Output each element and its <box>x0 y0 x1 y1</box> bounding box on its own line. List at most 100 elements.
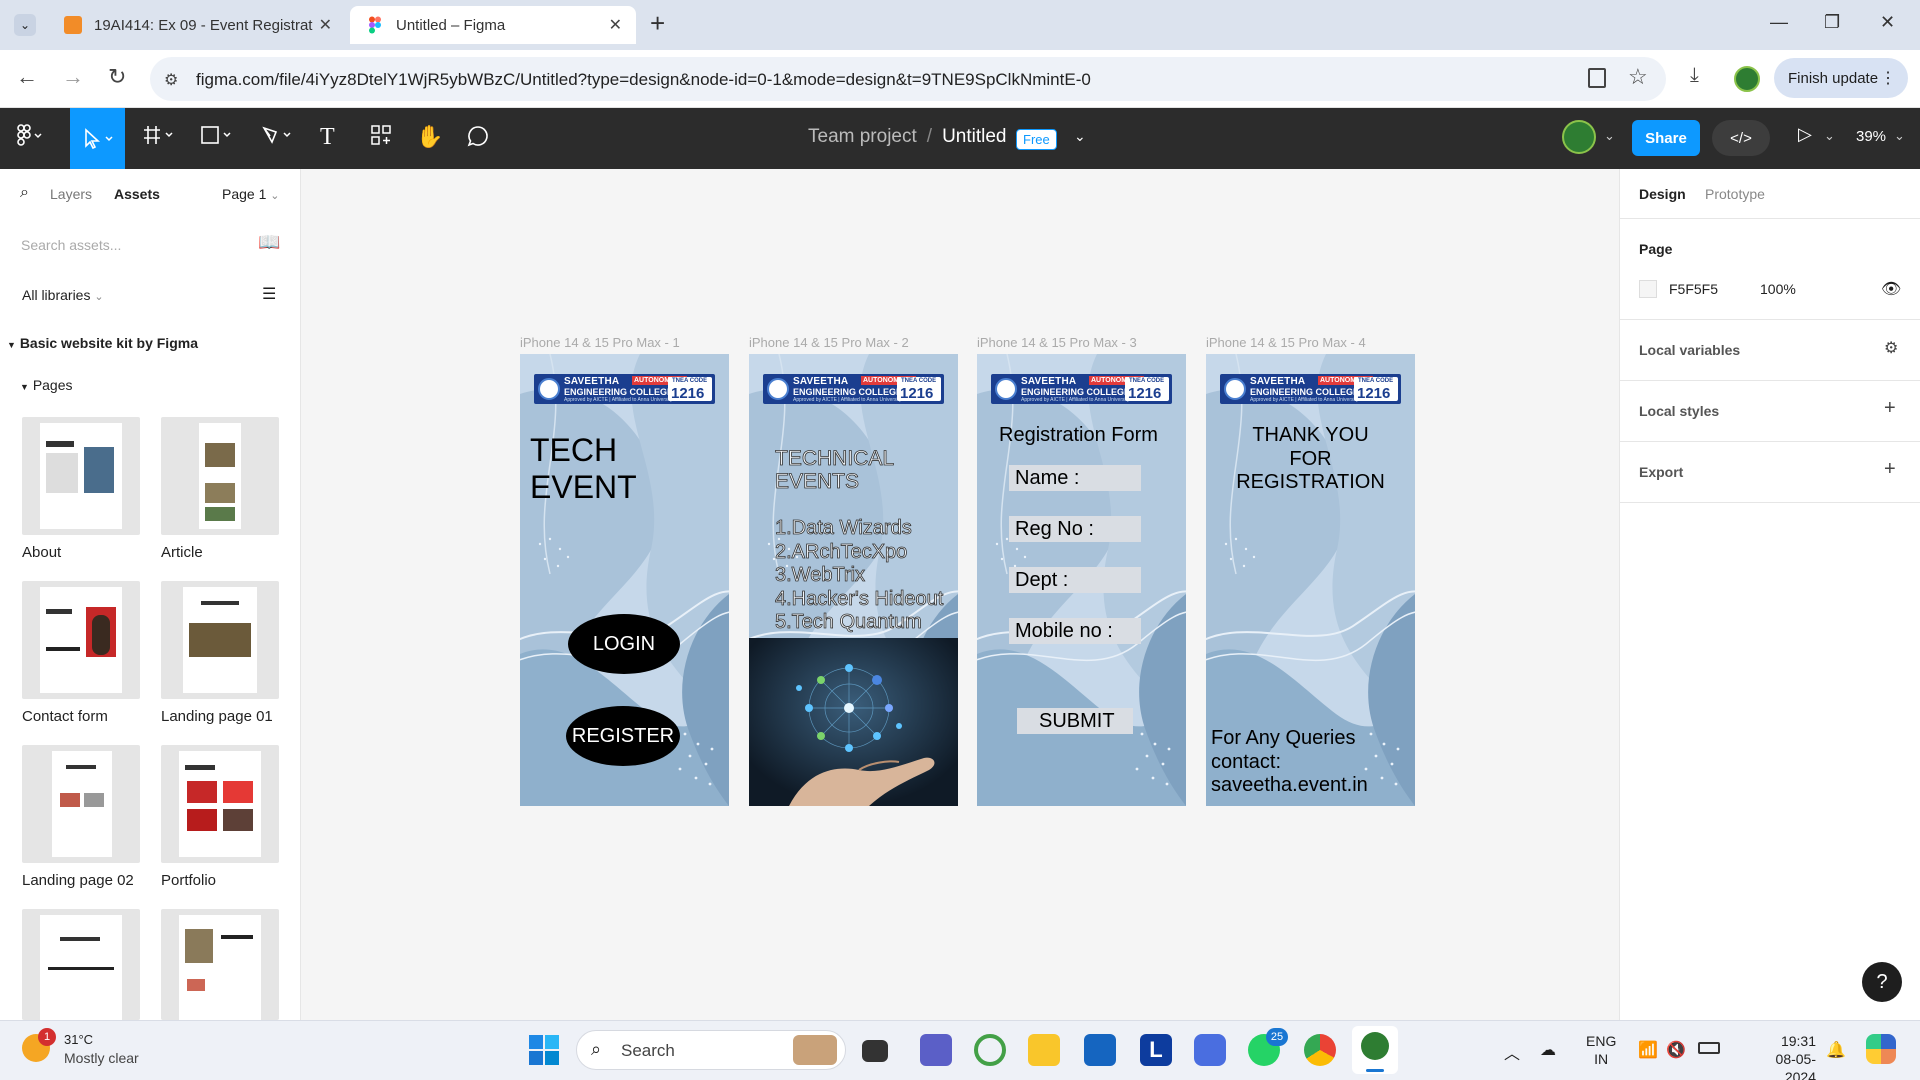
tab-list-dropdown-icon[interactable]: ⌄ <box>14 14 36 36</box>
windows-start-icon[interactable] <box>528 1034 560 1071</box>
frame-iphone-2[interactable]: SAVEETHA AUTONOMOUS ENGINEERING COLLEGE … <box>749 354 958 806</box>
task-view-icon[interactable] <box>862 1040 888 1062</box>
reload-icon[interactable]: ↻ <box>108 64 126 90</box>
frame-label[interactable]: iPhone 14 & 15 Pro Max - 4 <box>1206 335 1366 350</box>
forward-arrow-icon[interactable]: → <box>62 64 84 90</box>
taskbar-search-box[interactable]: ⌕ Search <box>576 1030 846 1070</box>
page-thumbnail-article[interactable] <box>161 417 279 535</box>
language-indicator[interactable]: ENG IN <box>1586 1032 1616 1068</box>
page-thumbnail-contact-form[interactable] <box>22 581 140 699</box>
share-button[interactable]: Share <box>1632 120 1700 156</box>
page-color-value[interactable]: F5F5F5 <box>1669 281 1718 297</box>
local-styles-section[interactable]: Local styles <box>1639 403 1719 419</box>
hand-tool-icon[interactable]: ✋ <box>416 124 443 150</box>
page-thumbnail-landing-page-02[interactable] <box>22 745 140 863</box>
profile-avatar[interactable] <box>1734 66 1760 92</box>
url-text[interactable]: figma.com/file/4iYyz8DtelY1WjR5ybWBzC/Un… <box>196 70 1091 90</box>
pen-tool-icon[interactable] <box>260 124 296 152</box>
back-arrow-icon[interactable]: ← <box>16 64 38 90</box>
dept-field[interactable]: Dept : <box>1009 567 1141 593</box>
export-section[interactable]: Export <box>1639 464 1683 480</box>
frame-label[interactable]: iPhone 14 & 15 Pro Max - 3 <box>977 335 1137 350</box>
reg-no-field[interactable]: Reg No : <box>1009 516 1141 542</box>
file-breadcrumb[interactable]: Team project / Untitled <box>808 126 1006 148</box>
team-name[interactable]: Team project <box>808 126 917 147</box>
page-color-swatch[interactable] <box>1639 280 1657 298</box>
browser-tab-moodle[interactable]: 19AI414: Ex 09 - Event Registrat ✕ <box>48 6 346 44</box>
figma-main-menu-icon[interactable] <box>16 124 44 152</box>
battery-icon[interactable] <box>1698 1042 1720 1054</box>
pages-section-header[interactable]: ▼ Pages <box>20 377 73 393</box>
collaborator-avatar[interactable] <box>1562 120 1596 154</box>
close-tab-icon[interactable]: ✕ <box>609 15 622 35</box>
teams-icon[interactable] <box>920 1034 952 1066</box>
network-status-icon[interactable]: ☁ <box>1540 1040 1556 1060</box>
green-circle-app-icon[interactable] <box>974 1034 1006 1066</box>
login-button[interactable]: LOGIN <box>568 614 680 674</box>
new-tab-button[interactable]: + <box>650 8 665 39</box>
l-app-icon[interactable]: L <box>1140 1034 1172 1066</box>
tab-assets[interactable]: Assets <box>114 186 160 202</box>
frame-iphone-4[interactable]: SAVEETHA AUTONOMOUS ENGINEERING COLLEGE … <box>1206 354 1415 806</box>
variables-settings-icon[interactable]: ⚙ <box>1884 338 1898 358</box>
asset-search-input[interactable]: Search assets... <box>21 237 121 253</box>
wifi-icon[interactable]: 📶 <box>1638 1040 1658 1060</box>
bookmark-star-icon[interactable]: ☆ <box>1628 64 1648 90</box>
finish-update-button[interactable]: Finish update ⋮ <box>1774 58 1908 98</box>
submit-button[interactable]: SUBMIT <box>1017 708 1133 734</box>
eye-visibility-icon[interactable]: 👁 <box>1881 279 1901 299</box>
notification-bell-icon[interactable]: 🔔 <box>1826 1040 1846 1060</box>
page-thumbnail[interactable] <box>161 909 279 1021</box>
restore-icon[interactable]: ❐ <box>1824 12 1840 33</box>
autodesk-icon[interactable] <box>1194 1034 1226 1066</box>
close-tab-icon[interactable]: ✕ <box>319 15 332 35</box>
file-title[interactable]: Untitled <box>942 126 1006 147</box>
name-field[interactable]: Name : <box>1009 465 1141 491</box>
tab-design[interactable]: Design <box>1639 186 1686 202</box>
close-window-icon[interactable]: ✕ <box>1880 12 1895 33</box>
dev-mode-toggle[interactable]: </> <box>1712 120 1770 156</box>
library-book-icon[interactable]: 📖 <box>258 232 280 253</box>
design-canvas[interactable] <box>301 169 1619 1020</box>
comment-tool-icon[interactable] <box>466 124 490 154</box>
page-thumbnail-landing-page-01[interactable] <box>161 581 279 699</box>
text-tool-icon[interactable]: T <box>320 124 335 151</box>
show-hidden-icons-chevron[interactable]: ︿ <box>1504 1040 1520 1064</box>
register-button[interactable]: REGISTER <box>566 706 680 766</box>
page-thumbnail-portfolio[interactable] <box>161 745 279 863</box>
frame-tool-icon[interactable] <box>142 124 178 152</box>
download-icon[interactable]: ⤓ <box>1690 64 1699 87</box>
frame-iphone-1[interactable]: SAVEETHA AUTONOMOUS ENGINEERING COLLEGE … <box>520 354 729 806</box>
library-header[interactable]: ▼ Basic website kit by Figma <box>7 335 198 351</box>
frame-label[interactable]: iPhone 14 & 15 Pro Max - 1 <box>520 335 680 350</box>
active-app-highlight[interactable] <box>1352 1026 1398 1074</box>
tab-prototype[interactable]: Prototype <box>1705 186 1765 202</box>
tab-layers[interactable]: Layers <box>50 186 92 202</box>
page-opacity-value[interactable]: 100% <box>1760 281 1796 297</box>
present-play-icon[interactable]: ▷ <box>1798 124 1812 145</box>
move-tool-button[interactable] <box>70 108 125 169</box>
library-filter-dropdown[interactable]: All libraries ⌄ <box>22 287 104 303</box>
add-export-icon[interactable]: + <box>1884 458 1896 481</box>
local-variables-section[interactable]: Local variables <box>1639 342 1740 358</box>
help-button[interactable]: ? <box>1862 962 1902 1002</box>
shape-tool-icon[interactable] <box>200 124 236 152</box>
search-icon[interactable]: ⌕ <box>20 184 29 202</box>
page-thumbnail-about[interactable] <box>22 417 140 535</box>
zoom-chevron-icon[interactable]: ⌄ <box>1894 128 1905 144</box>
minimize-icon[interactable]: — <box>1770 12 1788 33</box>
microsoft-store-icon[interactable] <box>1084 1034 1116 1066</box>
copilot-icon[interactable] <box>1866 1034 1896 1064</box>
page-thumbnail[interactable] <box>22 909 140 1021</box>
file-explorer-icon[interactable] <box>1028 1034 1060 1066</box>
resources-tool-icon[interactable] <box>370 124 392 152</box>
volume-muted-icon[interactable]: 🔇 <box>1666 1040 1686 1060</box>
avatar-chevron-icon[interactable]: ⌄ <box>1604 128 1615 144</box>
zoom-level[interactable]: 39% <box>1856 128 1886 145</box>
add-style-icon[interactable]: + <box>1884 397 1896 420</box>
frame-label[interactable]: iPhone 14 & 15 Pro Max - 2 <box>749 335 909 350</box>
present-chevron-icon[interactable]: ⌄ <box>1824 128 1835 144</box>
page-selector[interactable]: Page 1 ⌄ <box>222 186 279 202</box>
weather-widget[interactable]: 1 31°C Mostly clear <box>22 1028 192 1072</box>
clock[interactable]: 19:31 08-05-2024 <box>1746 1032 1816 1080</box>
